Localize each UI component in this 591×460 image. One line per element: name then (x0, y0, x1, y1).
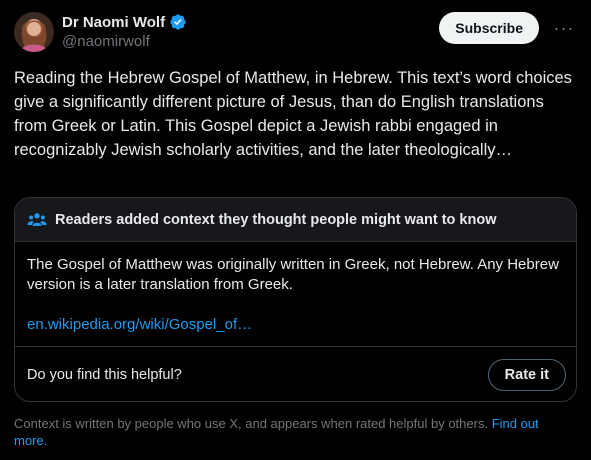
subscribe-button[interactable]: Subscribe (439, 12, 539, 44)
tweet-header: Dr Naomi Wolf @naomirwolf Subscribe ··· (14, 12, 577, 52)
people-icon (27, 210, 47, 230)
community-note-body: The Gospel of Matthew was originally wri… (15, 242, 576, 335)
author-info: Dr Naomi Wolf @naomirwolf (62, 12, 187, 50)
tweet-text: Reading the Hebrew Gospel of Matthew, in… (14, 69, 572, 159)
community-note-title: Readers added context they thought peopl… (55, 211, 497, 228)
community-note-footer: Do you find this helpful? Rate it (15, 346, 576, 401)
verified-badge-icon (169, 13, 187, 31)
author-handle[interactable]: @naomirwolf (62, 33, 187, 50)
author-display-name[interactable]: Dr Naomi Wolf (62, 14, 165, 31)
community-note-text: The Gospel of Matthew was originally wri… (27, 256, 559, 293)
avatar[interactable] (14, 12, 54, 52)
community-note-header: Readers added context they thought peopl… (15, 198, 576, 242)
rate-it-button[interactable]: Rate it (487, 359, 566, 391)
helpful-question: Do you find this helpful? (27, 367, 182, 383)
context-disclaimer: Context is written by people who use X, … (14, 415, 574, 449)
community-note: Readers added context they thought peopl… (14, 197, 577, 402)
more-options-icon[interactable]: ··· (551, 18, 577, 38)
context-disclaimer-text: Context is written by people who use X, … (14, 416, 492, 431)
community-note-source-link[interactable]: en.wikipedia.org/wiki/Gospel_of… (27, 315, 252, 335)
